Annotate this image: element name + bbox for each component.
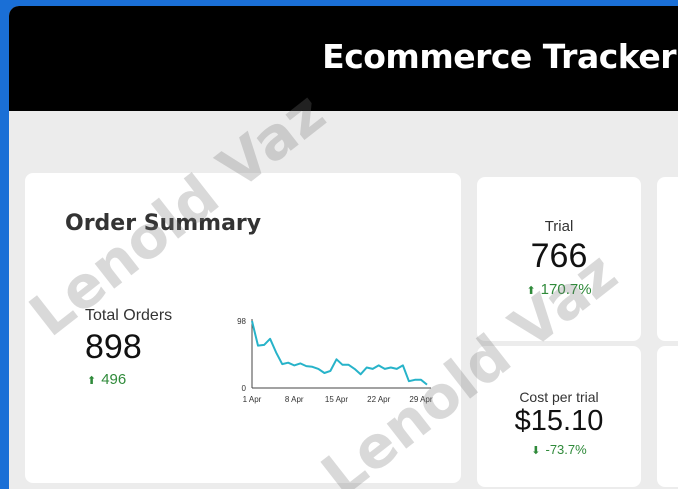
delta-value: -73.7% <box>545 442 587 457</box>
trial-label: Trial <box>544 218 574 235</box>
x-tick-label: 22 Apr <box>367 395 390 404</box>
order-summary-card: Order Summary Total Orders 898 ⬆ 496 98 0 1… <box>25 173 461 483</box>
x-tick-label: 15 Apr <box>325 395 348 404</box>
cost-per-trial-delta: ⬇ -73.7% <box>477 442 641 457</box>
arrow-up-icon: ⬆ <box>526 285 536 297</box>
total-orders-label: Total Orders <box>85 307 173 324</box>
dashboard-frame: Ecommerce Tracker Order Summary Total Or… <box>9 6 678 489</box>
cost-per-trial-value: $15.10 <box>514 405 604 437</box>
arrow-up-icon: ⬆ <box>87 375 97 387</box>
trial-card: Trial 766 ⬆ 170.7% <box>477 177 641 341</box>
x-tick-label: 1 Apr <box>243 395 262 404</box>
arrow-down-icon: ⬇ <box>531 445 541 457</box>
x-tick-label: 8 Apr <box>285 395 304 404</box>
trial-value: 766 <box>530 237 588 275</box>
total-orders-delta: ⬆ 496 <box>87 371 126 388</box>
total-orders-value: 898 <box>85 328 142 366</box>
orders-line-chart: 98 0 1 Apr 8 Apr 15 Apr 22 Apr 29 Apr <box>237 317 433 404</box>
y-tick-label: 98 <box>237 317 246 326</box>
partial-card <box>657 177 678 341</box>
page-title: Ecommerce Tracker <box>322 37 676 76</box>
y-tick-label: 0 <box>242 384 247 393</box>
section-title: Order Summary <box>65 211 262 236</box>
partial-card <box>657 346 678 487</box>
cost-per-trial-label: Cost per trial <box>519 389 599 405</box>
header-bar: Ecommerce Tracker <box>9 6 678 111</box>
cost-per-trial-card: Cost per trial $15.10 ⬇ -73.7% <box>477 346 641 487</box>
delta-value: 170.7% <box>540 281 592 298</box>
trial-delta: ⬆ 170.7% <box>477 281 641 298</box>
orders-series-line <box>251 320 428 386</box>
x-tick-label: 29 Apr <box>409 395 432 404</box>
delta-value: 496 <box>101 371 127 388</box>
